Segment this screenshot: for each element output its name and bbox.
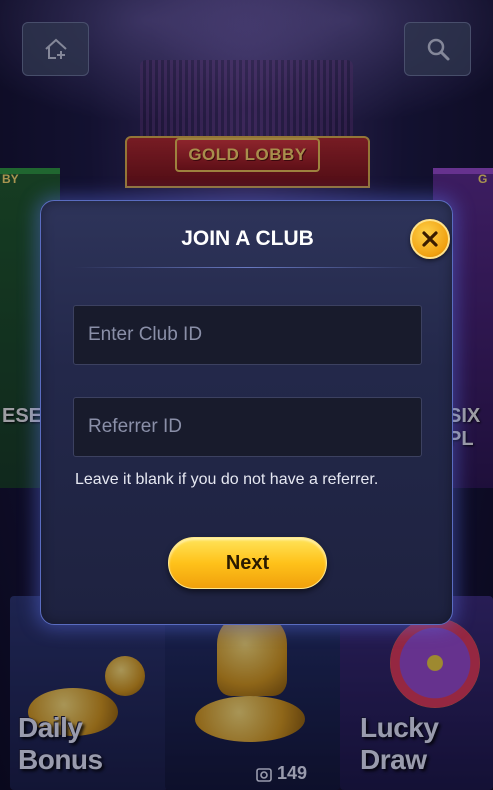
- dialog-title: JOIN A CLUB: [181, 227, 314, 250]
- close-icon: [422, 231, 438, 247]
- next-button[interactable]: Next: [168, 537, 327, 589]
- club-id-input[interactable]: [73, 305, 422, 365]
- referrer-id-input[interactable]: [73, 397, 422, 457]
- close-button[interactable]: [410, 219, 450, 259]
- referrer-hint: Leave it blank if you do not have a refe…: [75, 471, 379, 488]
- join-club-dialog: JOIN A CLUB Leave it blank if you do not…: [40, 200, 453, 625]
- title-divider: [73, 267, 422, 268]
